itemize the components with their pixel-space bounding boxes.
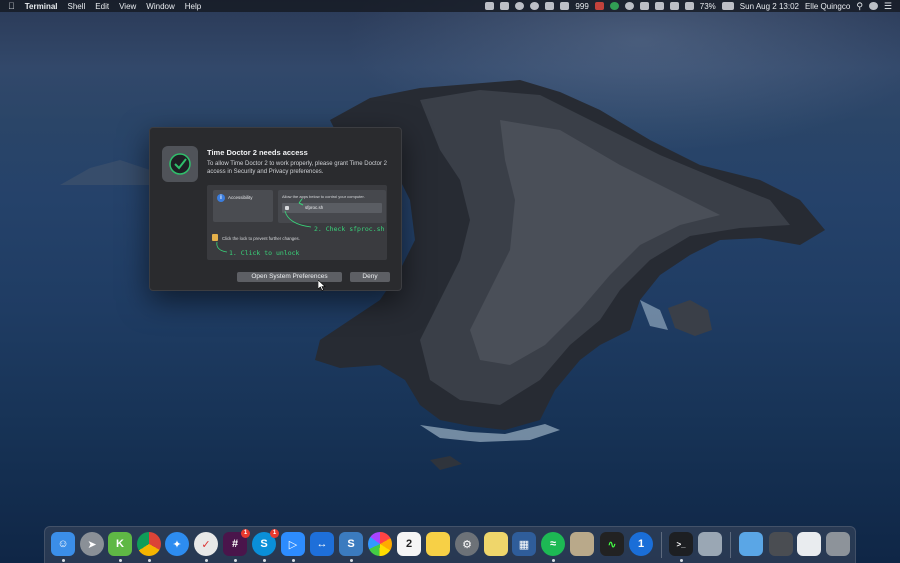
preview-icon[interactable] bbox=[698, 532, 722, 556]
menubar-clock[interactable]: Sun Aug 2 13:02 bbox=[740, 2, 799, 11]
photos-icon[interactable] bbox=[368, 532, 392, 556]
teamviewer-icon[interactable]: ↔ bbox=[310, 532, 334, 556]
island-illustration bbox=[60, 80, 825, 470]
siri-icon[interactable] bbox=[868, 2, 878, 10]
checkmark-icon bbox=[169, 153, 191, 175]
time-doctor-status-icon[interactable] bbox=[609, 2, 619, 10]
apple-icon[interactable]:  bbox=[8, 1, 15, 11]
clock-status-icon[interactable] bbox=[624, 2, 634, 10]
menu-app-name[interactable]: Terminal bbox=[25, 2, 58, 11]
launchpad-icon[interactable]: ➤ bbox=[80, 532, 104, 556]
chat-status-icon[interactable] bbox=[485, 2, 495, 10]
access-permission-dialog: Time Doctor 2 needs access To allow Time… bbox=[149, 127, 402, 291]
kite-app-icon[interactable]: K bbox=[108, 532, 132, 556]
spotify-icon[interactable]: ≈ bbox=[541, 532, 565, 556]
menu-bar:  Terminal Shell Edit View Window Help 9… bbox=[0, 0, 900, 12]
security-prefs-illustration: i Accessibility Allow the apps below to … bbox=[207, 185, 387, 260]
spotlight-search-icon[interactable]: ⚲ bbox=[856, 1, 863, 12]
red-status-icon[interactable] bbox=[594, 2, 604, 10]
open-system-preferences-button[interactable]: Open System Preferences bbox=[237, 272, 342, 282]
annotation-arrows bbox=[216, 198, 312, 253]
battery-percent[interactable]: 73% bbox=[700, 2, 716, 11]
dock: ☺ ➤ K ✦ ✓ # 1 S 1 ▷ ↔ S 2 ⚙ ▦ ≈ ∿ 1 >_ bbox=[44, 526, 856, 563]
bar-status-icon[interactable] bbox=[545, 2, 555, 10]
app-status-icon[interactable] bbox=[500, 2, 510, 10]
notification-center-icon[interactable]: ☰ bbox=[884, 1, 892, 12]
menu-help[interactable]: Help bbox=[185, 2, 201, 11]
skype-badge: 1 bbox=[270, 529, 279, 538]
menu-shell[interactable]: Shell bbox=[68, 2, 86, 11]
display-icon[interactable] bbox=[669, 2, 679, 10]
menubar-user[interactable]: Elle Quingco bbox=[805, 2, 850, 11]
notes-icon[interactable] bbox=[426, 532, 450, 556]
slack-badge: 1 bbox=[241, 529, 250, 538]
mouse-cursor-icon bbox=[318, 280, 326, 291]
wifi-icon[interactable] bbox=[654, 2, 664, 10]
menu-window[interactable]: Window bbox=[146, 2, 174, 11]
desktop-wallpaper bbox=[0, 0, 900, 563]
dialog-message: To allow Time Doctor 2 to work properly,… bbox=[207, 161, 387, 175]
virtualbox-icon[interactable]: ▦ bbox=[512, 532, 536, 556]
safari-icon[interactable]: ✦ bbox=[165, 532, 189, 556]
dropbox-status-icon[interactable] bbox=[639, 2, 649, 10]
volume-icon[interactable] bbox=[684, 2, 694, 10]
menu-edit[interactable]: Edit bbox=[95, 2, 109, 11]
activity-monitor-icon[interactable]: ∿ bbox=[600, 532, 624, 556]
finder-icon[interactable]: ☺ bbox=[51, 532, 75, 556]
document-stack-icon[interactable] bbox=[797, 532, 821, 556]
deny-button[interactable]: Deny bbox=[350, 272, 390, 282]
1password-icon[interactable]: 1 bbox=[629, 532, 653, 556]
time-doctor-dock-icon[interactable]: ✓ bbox=[194, 532, 218, 556]
dialog-title: Time Doctor 2 needs access bbox=[207, 148, 308, 157]
time-doctor-app-icon bbox=[162, 146, 198, 182]
stickies-icon[interactable] bbox=[484, 532, 508, 556]
calendar-day: 2 bbox=[405, 538, 413, 550]
applications-folder-icon[interactable] bbox=[739, 532, 763, 556]
calendar-icon[interactable]: 2 bbox=[397, 532, 421, 556]
trash-icon[interactable] bbox=[826, 532, 850, 556]
mail-status-icon[interactable] bbox=[560, 2, 570, 10]
downloads-stack-icon[interactable] bbox=[769, 532, 793, 556]
scrivener-icon[interactable]: S bbox=[339, 532, 363, 556]
terminal-icon[interactable]: >_ bbox=[669, 532, 693, 556]
skype-icon[interactable]: S 1 bbox=[252, 529, 279, 556]
circle-status-icon[interactable] bbox=[515, 2, 525, 10]
record-status-icon[interactable] bbox=[530, 2, 540, 10]
chrome-icon[interactable] bbox=[137, 532, 161, 556]
system-preferences-icon[interactable]: ⚙ bbox=[455, 532, 479, 556]
slack-icon[interactable]: # 1 bbox=[223, 529, 250, 556]
mail-count[interactable]: 999 bbox=[575, 2, 588, 11]
zoom-icon[interactable]: ▷ bbox=[281, 532, 305, 556]
archive-utility-icon[interactable] bbox=[570, 532, 594, 556]
menu-view[interactable]: View bbox=[119, 2, 136, 11]
battery-icon[interactable] bbox=[721, 2, 734, 10]
